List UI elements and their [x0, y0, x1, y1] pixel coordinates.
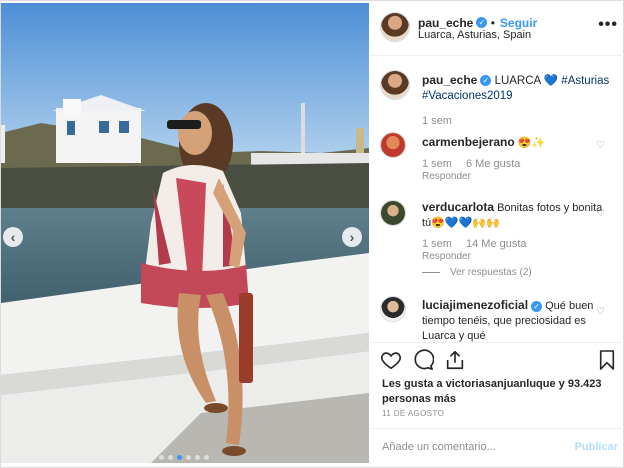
comment-body: 😍✨: [517, 137, 546, 149]
caption-username[interactable]: pau_eche: [422, 73, 477, 87]
comment-bubble-icon[interactable]: [412, 349, 434, 371]
carousel-dot-active: [177, 455, 182, 460]
add-comment-bar: Añade un comentario... Publicar: [370, 428, 624, 468]
caption-time[interactable]: 1 sem: [422, 115, 452, 127]
comment-time[interactable]: 1 sem: [422, 238, 452, 250]
comment-reply-row: Responder: [422, 251, 485, 262]
more-options-icon[interactable]: •••: [598, 16, 618, 34]
like-heart-icon[interactable]: [380, 349, 402, 371]
comments-section[interactable]: pau_eche ✓ LUARCA 💙 #Asturias #Vacaciones…: [370, 56, 624, 342]
post-header: pau_eche ✓ • Seguir Luarca, Asturias, Spai…: [370, 0, 624, 56]
comment-likes[interactable]: 6 Me gusta: [466, 158, 520, 170]
carousel-dot: [159, 455, 164, 460]
carousel-dot: [204, 455, 209, 460]
likes-summary[interactable]: Les gusta a victoriasanjuanluque y 93.42…: [382, 377, 612, 407]
comment-meta: 1 sem 14 Me gusta: [422, 238, 541, 250]
comment-likes[interactable]: 14 Me gusta: [466, 238, 527, 250]
share-icon[interactable]: [444, 349, 466, 371]
carousel-dot: [186, 455, 191, 460]
hashtag-link[interactable]: #Vacaciones2019: [422, 90, 513, 102]
comment-meta: 1 sem 6 Me gusta: [422, 158, 534, 170]
caption-item: pau_eche ✓ LUARCA 💙 #Asturias #Vacaciones…: [380, 70, 620, 130]
view-replies-button[interactable]: Ver respuestas (2): [422, 267, 532, 278]
comment-like-heart-icon[interactable]: ♡: [596, 208, 606, 219]
verified-badge-icon: ✓: [476, 17, 488, 29]
photo-scene: [1, 3, 369, 463]
post-actions: Les gusta a victoriasanjuanluque y 93.42…: [370, 342, 624, 426]
reply-button[interactable]: Responder: [422, 171, 471, 182]
commenter-avatar[interactable]: [380, 132, 406, 158]
commenter-avatar[interactable]: [380, 296, 406, 322]
comment-input[interactable]: Añade un comentario...: [382, 441, 496, 453]
caption-text: pau_eche ✓ LUARCA 💙 #Asturias #Vacaciones…: [422, 73, 612, 104]
verified-badge-icon: ✓: [531, 300, 543, 312]
carousel-dots: [159, 455, 209, 460]
comment-item: luciajimenezoficial ✓ Qué buen tiempo ten…: [380, 296, 620, 342]
reply-button[interactable]: Responder: [422, 251, 471, 262]
author-username[interactable]: pau_eche: [418, 16, 473, 30]
carousel-dot: [168, 455, 173, 460]
hashtag-link[interactable]: #Asturias: [561, 75, 609, 87]
comment-time[interactable]: 1 sem: [422, 158, 452, 170]
comment-item: carmenbejerano 😍✨ ♡ 1 sem 6 Me gusta Resp…: [380, 132, 620, 188]
comment-text: luciajimenezoficial ✓ Qué buen tiempo ten…: [422, 298, 612, 342]
post-side-panel: pau_eche ✓ • Seguir Luarca, Asturias, Spai…: [370, 0, 624, 468]
carousel-next-button[interactable]: ›: [342, 227, 362, 247]
caption-body: LUARCA 💙: [494, 75, 559, 87]
comment-text: verducarlota Bonitas fotos y bonita tú😍💙…: [422, 200, 612, 231]
post-location[interactable]: Luarca, Asturias, Spain: [418, 29, 531, 41]
save-bookmark-icon[interactable]: [598, 349, 616, 371]
comment-item: verducarlota Bonitas fotos y bonita tú😍💙…: [380, 200, 620, 280]
comment-text: carmenbejerano 😍✨: [422, 135, 612, 151]
commenter-username[interactable]: carmenbejerano: [422, 135, 515, 149]
comment-reply-row: Responder: [422, 171, 485, 182]
carousel-prev-button[interactable]: ‹: [3, 227, 23, 247]
view-replies-label: Ver respuestas (2): [450, 267, 532, 278]
publish-button[interactable]: Publicar: [575, 441, 618, 453]
comment-like-heart-icon[interactable]: ♡: [596, 140, 606, 151]
commenter-avatar[interactable]: [380, 200, 406, 226]
carousel-dot: [195, 455, 200, 460]
commenter-username[interactable]: verducarlota: [422, 200, 494, 214]
post-date: 11 DE AGOSTO: [382, 409, 445, 418]
verified-badge-icon: ✓: [480, 75, 492, 87]
commenter-username[interactable]: luciajimenezoficial: [422, 298, 528, 312]
post-photo[interactable]: ‹ ›: [1, 3, 369, 463]
comment-like-heart-icon[interactable]: ♡: [596, 306, 606, 317]
caption-avatar[interactable]: [380, 70, 410, 100]
follow-button[interactable]: Seguir: [500, 16, 537, 30]
caption-meta: 1 sem: [422, 115, 466, 127]
divider-line: [422, 271, 440, 273]
author-avatar[interactable]: [380, 12, 410, 42]
